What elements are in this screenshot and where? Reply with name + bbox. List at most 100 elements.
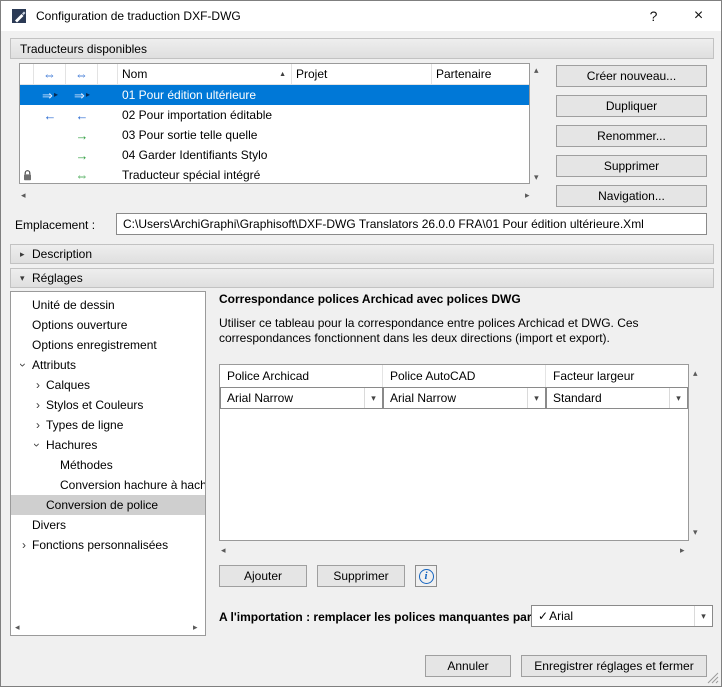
spacer-cell (98, 85, 118, 105)
browse-button[interactable]: Navigation... (556, 185, 707, 207)
list-scroll-down-icon[interactable]: ▾ (534, 173, 539, 182)
font-mapping-description: Utiliser ce tableau pour la correspondan… (219, 316, 639, 345)
description-section-header[interactable]: ▸ Description (10, 244, 714, 264)
tree-item-options-ouverture[interactable]: Options ouverture (11, 315, 205, 335)
translator-row-05[interactable]: ⇔ Traducteur spécial intégré (20, 165, 529, 183)
add-font-button[interactable]: Ajouter (219, 565, 307, 587)
save-direction-column-header[interactable]: ⇔ (66, 64, 98, 84)
project-column-header[interactable]: Projet (292, 64, 432, 84)
open-direction-cell (34, 165, 66, 183)
translators-group-header: Traducteurs disponibles (10, 38, 714, 59)
dropdown-arrow-icon: ▾ (527, 388, 545, 408)
partner-column-header[interactable]: Partenaire (432, 64, 529, 84)
tree-item-conversion-hachure[interactable]: Conversion hachure à hachure (11, 475, 205, 495)
tree-item-label: Types de ligne (46, 418, 124, 432)
titlebar: Configuration de traduction DXF-DWG ? × (1, 1, 721, 31)
font-table-scroll-left-icon[interactable]: ◂ (221, 546, 226, 555)
autocad-font-column-header: Police AutoCAD (383, 365, 546, 387)
open-arrow-icon: ⇒ (42, 87, 53, 103)
import-replacement-label: A l'importation : remplacer les polices … (219, 610, 532, 624)
project-cell (292, 85, 432, 105)
save-direction-cell: → (66, 125, 98, 145)
import-replacement-combo[interactable]: ✓ Arial ▾ (531, 605, 713, 627)
expander-collapsed-icon[interactable]: › (18, 535, 30, 555)
font-table-scroll-right-icon[interactable]: ▸ (680, 546, 685, 555)
open-arrow-icon: ← (43, 107, 57, 123)
lock-cell (20, 125, 34, 145)
tree-item-hachures[interactable]: › Hachures (11, 435, 205, 455)
translator-row-04[interactable]: → 04 Garder Identifiants Stylo (20, 145, 529, 165)
tree-item-methodes[interactable]: Méthodes (11, 455, 205, 475)
create-new-button[interactable]: Créer nouveau... (556, 65, 707, 87)
lock-column-header[interactable] (20, 64, 34, 84)
delete-font-button[interactable]: Supprimer (317, 565, 405, 587)
description-section-title: Description (32, 247, 93, 261)
cancel-button[interactable]: Annuler (425, 655, 511, 677)
save-direction-cell: → (66, 145, 98, 165)
tree-item-types-de-ligne[interactable]: › Types de ligne (11, 415, 205, 435)
save-arrow-icon: → (75, 127, 89, 143)
expander-expanded-icon[interactable]: › (27, 439, 47, 451)
lock-cell (20, 165, 34, 183)
tree-item-unite-de-dessin[interactable]: Unité de dessin (11, 295, 205, 315)
open-direction-cell: ⇒ ▸ (34, 85, 66, 105)
open-direction-column-header[interactable]: ⇔ (34, 64, 66, 84)
info-button[interactable]: i (415, 565, 437, 587)
translator-name: 04 Garder Identifiants Stylo (122, 148, 268, 162)
partner-cell (432, 125, 529, 145)
location-path-field[interactable]: C:\Users\ArchiGraphi\Graphisoft\DXF-DWG … (116, 213, 707, 235)
expander-collapsed-icon[interactable]: › (32, 395, 44, 415)
spacer-cell (98, 105, 118, 125)
save-and-close-button[interactable]: Enregistrer réglages et fermer (521, 655, 707, 677)
save-play-icon: ▸ (85, 90, 90, 99)
tree-item-calques[interactable]: › Calques (11, 375, 205, 395)
lock-icon (23, 169, 31, 180)
tree-item-label: Options enregistrement (32, 338, 157, 352)
lock-cell (20, 145, 34, 165)
tree-item-stylos-et-couleurs[interactable]: › Stylos et Couleurs (11, 395, 205, 415)
close-button[interactable]: × (676, 1, 721, 31)
name-column-header[interactable]: Nom ▲ (118, 64, 292, 84)
tree-item-conversion-de-police[interactable]: Conversion de police (11, 495, 205, 515)
rename-button[interactable]: Renommer... (556, 125, 707, 147)
settings-section-header[interactable]: ▾ Réglages (10, 268, 714, 288)
partner-cell (432, 165, 529, 183)
translator-row-03[interactable]: → 03 Pour sortie telle quelle (20, 125, 529, 145)
project-cell (292, 105, 432, 125)
font-table-scroll-up-icon[interactable]: ▴ (693, 369, 698, 378)
help-button[interactable]: ? (631, 1, 676, 31)
autocad-font-combo[interactable]: Arial Narrow ▾ (383, 387, 546, 409)
width-factor-combo[interactable]: Standard ▾ (546, 387, 688, 409)
tree-scroll-right-icon[interactable]: ▸ (193, 623, 198, 632)
dxf-dwg-translation-setup-dialog: Configuration de traduction DXF-DWG ? × … (0, 0, 722, 687)
font-mapping-table: Police Archicad Police AutoCAD Facteur l… (219, 364, 689, 541)
expander-expanded-icon[interactable]: › (13, 359, 33, 371)
archicad-font-column-header: Police Archicad (220, 365, 383, 387)
archicad-font-combo[interactable]: Arial Narrow ▾ (220, 387, 383, 409)
duplicate-button[interactable]: Dupliquer (556, 95, 707, 117)
tree-item-label: Méthodes (60, 458, 113, 472)
translator-row-02[interactable]: ← ← 02 Pour importation éditable (20, 105, 529, 125)
spacer-cell (98, 145, 118, 165)
resize-grip[interactable] (707, 672, 719, 684)
partner-cell (432, 85, 529, 105)
translator-row-01[interactable]: ⇒ ▸ ⇒ ▸ 01 Pour édition ultérieure (20, 85, 529, 105)
list-scroll-up-icon[interactable]: ▴ (534, 66, 539, 75)
lock-cell (20, 85, 34, 105)
tree-item-attributs[interactable]: › Attributs (11, 355, 205, 375)
list-scroll-right-icon[interactable]: ▸ (525, 191, 530, 200)
save-direction-cell: ⇒ ▸ (66, 85, 98, 105)
tree-item-divers[interactable]: Divers (11, 515, 205, 535)
tree-scroll-left-icon[interactable]: ◂ (15, 623, 20, 632)
expander-collapsed-icon[interactable]: › (32, 375, 44, 395)
tree-item-label: Stylos et Couleurs (46, 398, 144, 412)
expander-collapsed-icon[interactable]: › (32, 415, 44, 435)
delete-translator-button[interactable]: Supprimer (556, 155, 707, 177)
list-scroll-left-icon[interactable]: ◂ (21, 191, 26, 200)
check-icon: ✓ (538, 609, 549, 623)
tree-item-label: Fonctions personnalisées (32, 538, 169, 552)
save-direction-cell: ⇔ (66, 165, 98, 183)
font-table-scroll-down-icon[interactable]: ▾ (693, 528, 698, 537)
tree-item-options-enregistrement[interactable]: Options enregistrement (11, 335, 205, 355)
tree-item-fonctions-personnalisees[interactable]: › Fonctions personnalisées (11, 535, 205, 555)
